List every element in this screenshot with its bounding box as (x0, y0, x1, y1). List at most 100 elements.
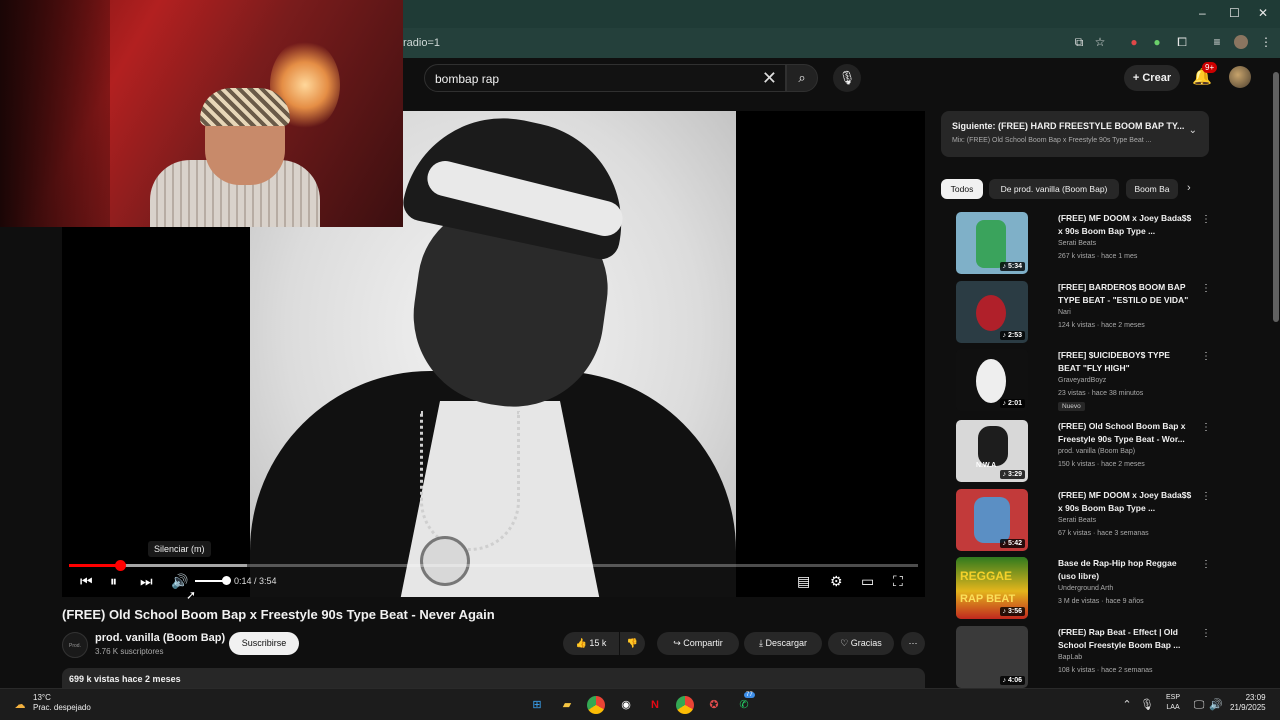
more-vertical-icon[interactable]: ⋮ (1201, 628, 1211, 639)
recommendation-channel[interactable]: BapLab (1058, 654, 1082, 661)
recommendation-channel[interactable]: Serati Beats (1058, 517, 1096, 524)
extension-red-icon[interactable]: ● (1127, 35, 1141, 49)
minimize-button[interactable]: – (1199, 6, 1206, 20)
like-button[interactable]: 👍 15 k (563, 632, 619, 655)
whatsapp-icon[interactable]: ✆ (735, 696, 753, 714)
video-thumbnail[interactable]: ♪ 5:34 (956, 212, 1028, 274)
clear-search-icon[interactable]: ✕ (762, 68, 777, 89)
chevron-right-icon[interactable]: › (1187, 182, 1191, 194)
recommendation-item[interactable]: ♪ 5:42 (FREE) MF DOOM x Joey Bada$$ x 90s… (941, 489, 1211, 553)
autoplay-next-box[interactable]: Siguiente: (FREE) HARD FREESTYLE BOOM BA… (941, 111, 1209, 157)
pause-icon[interactable]: ⏸ (110, 573, 117, 590)
video-thumbnail[interactable]: REGGAE RAP BEAT ♪ 3:56 (956, 557, 1028, 619)
network-icon[interactable]: 🖵 (1190, 696, 1208, 714)
recommendation-item[interactable]: N.W.A ♪ 3:29 (FREE) Old School Boom Bap x … (941, 420, 1211, 484)
bookmark-star-icon[interactable]: ☆ (1093, 35, 1107, 49)
more-vertical-icon[interactable]: ⋮ (1201, 351, 1211, 362)
system-clock[interactable]: 23:09 21/9/2025 (1230, 693, 1266, 713)
profile-avatar-icon[interactable] (1234, 35, 1248, 49)
chrome-active-icon[interactable] (676, 696, 694, 714)
start-windows-icon[interactable]: ⊞ (528, 696, 546, 714)
recommendation-title[interactable]: (FREE) Old School Boom Bap x Freestyle 9… (1058, 420, 1193, 446)
previous-icon[interactable]: ⏮ (80, 573, 93, 590)
more-vertical-icon[interactable]: ⋮ (1201, 283, 1211, 294)
video-duration: ♪ 4:06 (999, 676, 1025, 685)
fullscreen-icon[interactable]: ⛶ (893, 573, 903, 590)
recommendation-channel[interactable]: Underground Arth (1058, 585, 1113, 592)
channel-logo[interactable]: Prod. Vanilla (62, 632, 88, 675)
recommendation-item[interactable]: ♪ 2:01 [FREE] $UICIDEBOY$ TYPE BEAT "FLY … (941, 349, 1211, 413)
extension-green-icon[interactable]: ● (1150, 35, 1164, 49)
voice-search-button[interactable]: 🎙 (833, 64, 861, 92)
recommendation-item[interactable]: REGGAE RAP BEAT ♪ 3:56 Base de Rap-Hip hop … (941, 557, 1211, 621)
download-button[interactable]: ⤓ Descargar (744, 632, 822, 655)
file-explorer-icon[interactable]: ▰ (558, 696, 576, 714)
speaker-icon[interactable]: 🔊 (1207, 696, 1225, 714)
recommendation-meta: 3 M de vistas · hace 9 años (1058, 598, 1144, 605)
more-vertical-icon[interactable]: ⋮ (1201, 559, 1211, 570)
subtitles-icon[interactable]: ▤ (797, 573, 810, 590)
page-scrollbar[interactable] (1272, 58, 1280, 688)
volume-knob[interactable] (222, 576, 231, 585)
recommendation-channel[interactable]: Serati Beats (1058, 240, 1096, 247)
progress-scrubber[interactable] (114, 560, 126, 571)
maximize-button[interactable]: ☐ (1229, 6, 1240, 20)
media-controls-icon[interactable]: ≡ (1210, 35, 1224, 49)
netflix-icon[interactable]: N (646, 696, 664, 714)
weather-widget[interactable]: 13°C Prac. despejado (33, 693, 91, 713)
weather-icon[interactable]: ☁ (11, 696, 29, 714)
chip-channel[interactable]: De prod. vanilla (Boom Bap) (989, 179, 1119, 199)
recommendation-channel[interactable]: GraveyardBoyz (1058, 377, 1106, 384)
tray-chevron-up-icon[interactable]: ⌃ (1118, 696, 1136, 714)
recommendation-title[interactable]: (FREE) MF DOOM x Joey Bada$$ x 90s Boom … (1058, 489, 1193, 515)
channel-name[interactable]: prod. vanilla (Boom Bap) (95, 632, 225, 644)
recommendation-channel[interactable]: Nari (1058, 309, 1071, 316)
progress-bar[interactable] (69, 560, 918, 571)
share-button[interactable]: ↪ Compartir (657, 632, 739, 655)
scrollbar-thumb[interactable] (1273, 72, 1279, 322)
close-window-button[interactable]: ✕ (1258, 6, 1268, 20)
tray-microphone-icon[interactable]: 🎙 (1138, 696, 1156, 714)
account-avatar[interactable] (1229, 66, 1251, 88)
url-text[interactable]: radio=1 (403, 37, 440, 49)
recommendation-item[interactable]: ♪ 2:53 [FREE] BARDERO$ BOOM BAP TYPE BEAT… (941, 281, 1211, 345)
chip-todos[interactable]: Todos (941, 179, 983, 199)
chevron-down-icon[interactable]: ⌄ (1189, 125, 1197, 136)
theater-mode-icon[interactable]: ▭ (861, 573, 874, 590)
more-vertical-icon[interactable]: ⋮ (1201, 214, 1211, 225)
search-box[interactable]: bombap rap ✕ (424, 64, 786, 92)
chip-boom-bap[interactable]: Boom Ba (1126, 179, 1178, 199)
volume-slider[interactable] (195, 576, 231, 585)
search-button[interactable]: ⌕ (786, 64, 818, 92)
recommendation-channel[interactable]: prod. vanilla (Boom Bap) (1058, 448, 1135, 455)
more-vertical-icon[interactable]: ⋮ (1201, 491, 1211, 502)
search-input[interactable]: bombap rap (435, 72, 499, 86)
recommendation-title[interactable]: (FREE) MF DOOM x Joey Bada$$ x 90s Boom … (1058, 212, 1193, 238)
recommendation-title[interactable]: (FREE) Rap Beat - Effect | Old School Fr… (1058, 626, 1193, 652)
video-thumbnail[interactable]: ♪ 5:42 (956, 489, 1028, 551)
next-icon[interactable]: ⏭ (140, 573, 153, 590)
settings-gear-icon[interactable]: ⚙ (830, 573, 843, 590)
browser-menu-icon[interactable]: ⋮ (1259, 35, 1273, 49)
recommendation-title[interactable]: Base de Rap-Hip hop Reggae (uso libre) (1058, 557, 1193, 583)
video-thumbnail[interactable]: N.W.A ♪ 3:29 (956, 420, 1028, 482)
recommendation-title[interactable]: [FREE] BARDERO$ BOOM BAP TYPE BEAT - "ES… (1058, 281, 1193, 307)
dislike-button[interactable]: 👎 (620, 632, 645, 655)
more-actions-button[interactable]: ⋯ (901, 632, 925, 655)
extensions-puzzle-icon[interactable]: ⧠ (1175, 35, 1189, 49)
input-language[interactable]: ESP LAA (1166, 693, 1180, 713)
video-thumbnail[interactable]: ♪ 2:53 (956, 281, 1028, 343)
more-vertical-icon[interactable]: ⋮ (1201, 422, 1211, 433)
recommendation-item[interactable]: ♪ 4:06 (FREE) Rap Beat - Effect | Old Sch… (941, 626, 1211, 690)
chatgpt-icon[interactable]: ✪ (705, 696, 723, 714)
create-button[interactable]: + Crear (1124, 65, 1180, 91)
thanks-button[interactable]: ♡ Gracias (828, 632, 894, 655)
subscribe-button[interactable]: Suscribirse (229, 632, 299, 655)
chrome-icon[interactable] (587, 696, 605, 714)
cast-icon[interactable]: ⧉ (1072, 35, 1086, 49)
obs-icon[interactable]: ◉ (617, 696, 635, 714)
recommendation-item[interactable]: ♪ 5:34 (FREE) MF DOOM x Joey Bada$$ x 90s… (941, 212, 1211, 276)
video-thumbnail[interactable]: ♪ 2:01 (956, 349, 1028, 411)
recommendation-title[interactable]: [FREE] $UICIDEBOY$ TYPE BEAT "FLY HIGH" (1058, 349, 1193, 375)
video-thumbnail[interactable]: ♪ 4:06 (956, 626, 1028, 688)
